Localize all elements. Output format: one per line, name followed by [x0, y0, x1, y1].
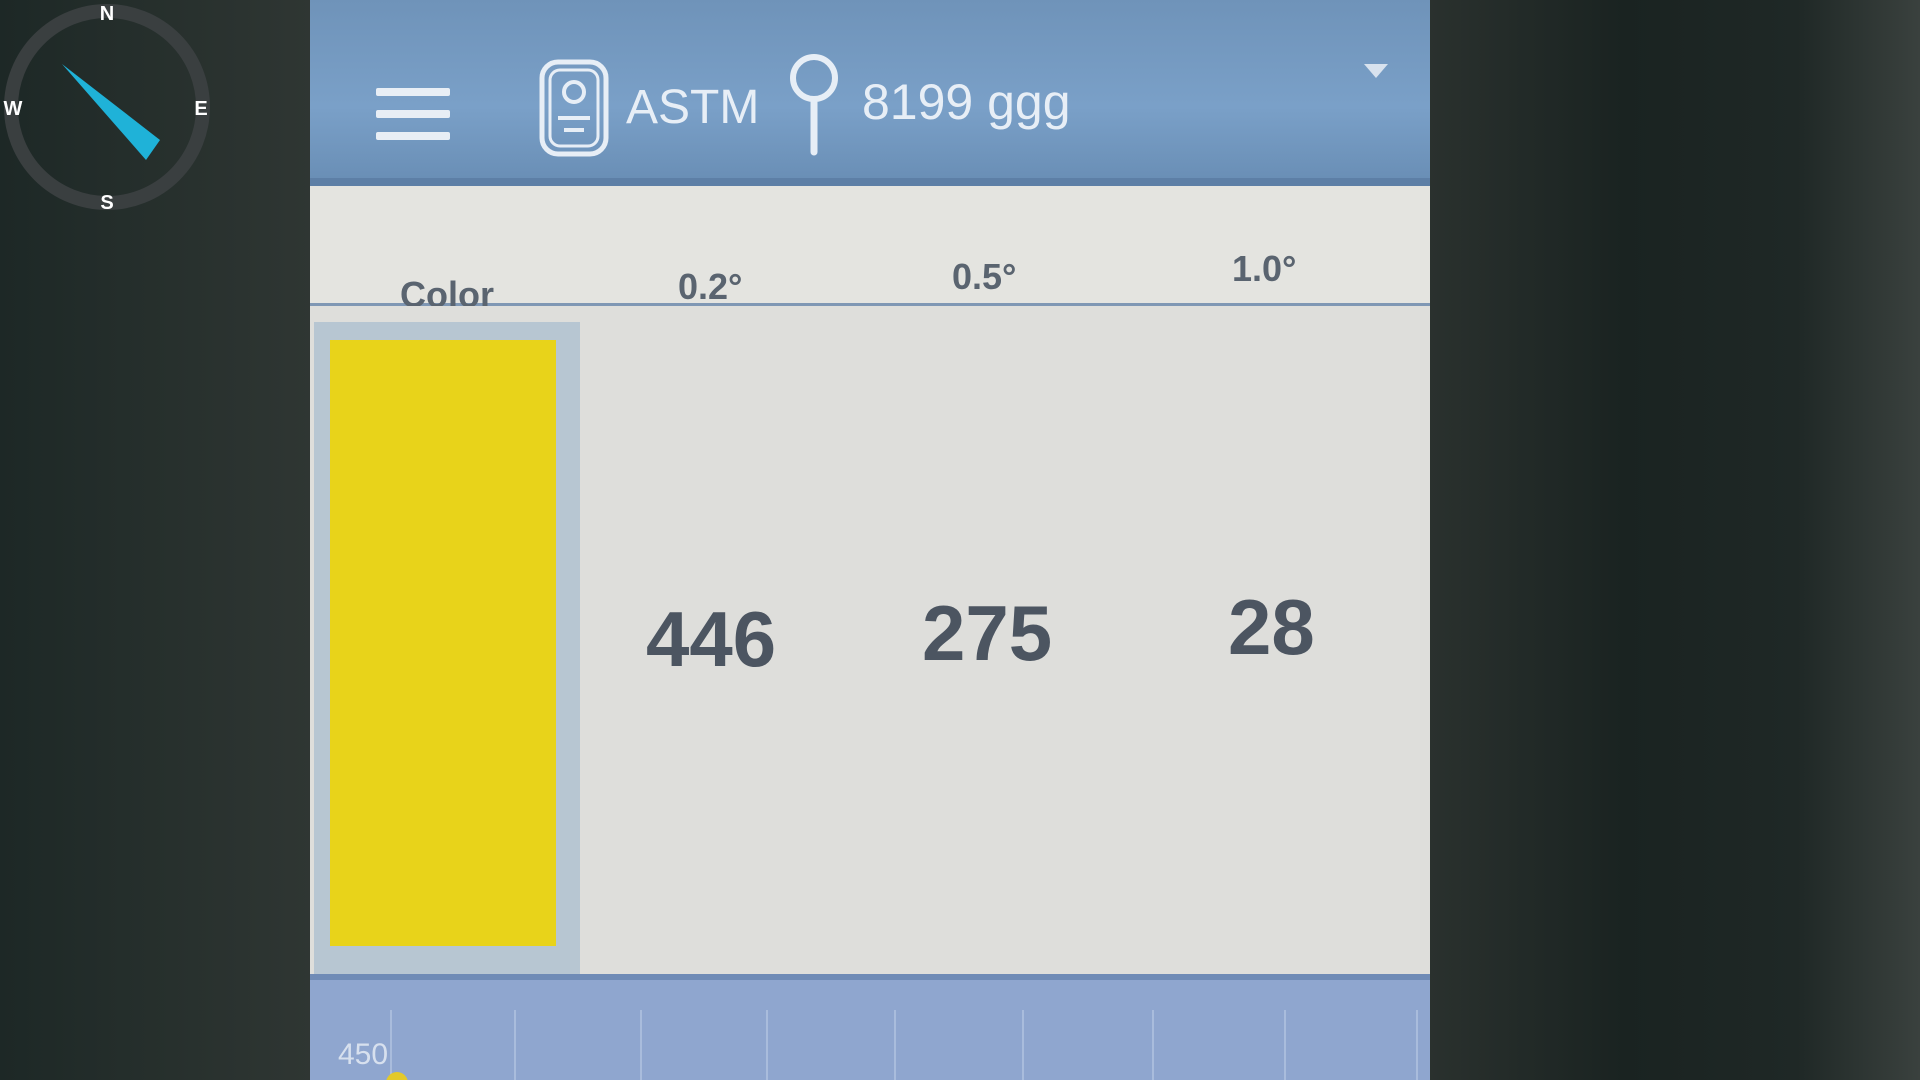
- menu-icon-bar: [376, 132, 450, 140]
- value-1-0: 28: [1228, 583, 1315, 671]
- spectrum-chart: 450: [310, 974, 1430, 1080]
- location-label[interactable]: 8199 ggg: [862, 72, 1071, 132]
- compass-north-label: N: [100, 3, 114, 25]
- compass-south-label: S: [100, 192, 113, 214]
- device-screen: ASTM 8199 ggg Color 0.2° 0.5° 1.0° 446 2…: [310, 0, 1430, 1080]
- background-right: [1428, 0, 1920, 1080]
- value-0-5: 275: [922, 589, 1053, 677]
- chart-grid-line: [894, 1010, 896, 1080]
- measurement-row: 446 275 28: [310, 306, 1430, 974]
- compass-needle: [62, 64, 160, 160]
- color-swatch: [330, 340, 556, 946]
- standard-label: ASTM: [626, 81, 760, 134]
- chart-grid-line: [640, 1010, 642, 1080]
- chart-grid-line: [1416, 1010, 1418, 1080]
- chart-grid-line: [1152, 1010, 1154, 1080]
- value-0-2: 446: [646, 595, 777, 683]
- device-icon: [539, 59, 609, 157]
- chart-grid-line: [1022, 1010, 1024, 1080]
- compass-west-label: W: [4, 98, 23, 120]
- column-header-1-0: 1.0°: [1232, 248, 1297, 289]
- chart-grid-line: [390, 1010, 392, 1080]
- chart-grid-line: [514, 1010, 516, 1080]
- chart-grid-line: [766, 1010, 768, 1080]
- chart-grid-line: [1284, 1010, 1286, 1080]
- top-app-bar: ASTM 8199 ggg: [310, 0, 1430, 186]
- chart-tick-label: 450: [338, 1038, 389, 1071]
- menu-icon-bar: [376, 110, 450, 118]
- dropdown-arrow-icon[interactable]: [1364, 64, 1388, 78]
- compass-widget: N S E W: [4, 3, 210, 214]
- menu-icon-bar: [376, 88, 450, 96]
- column-header-0-2: 0.2°: [678, 266, 743, 307]
- column-header-0-5: 0.5°: [952, 256, 1017, 297]
- location-pin-icon: [790, 54, 838, 156]
- menu-button[interactable]: [376, 88, 450, 144]
- compass-east-label: E: [194, 98, 207, 120]
- table-header: Color 0.2° 0.5° 1.0°: [310, 186, 1430, 315]
